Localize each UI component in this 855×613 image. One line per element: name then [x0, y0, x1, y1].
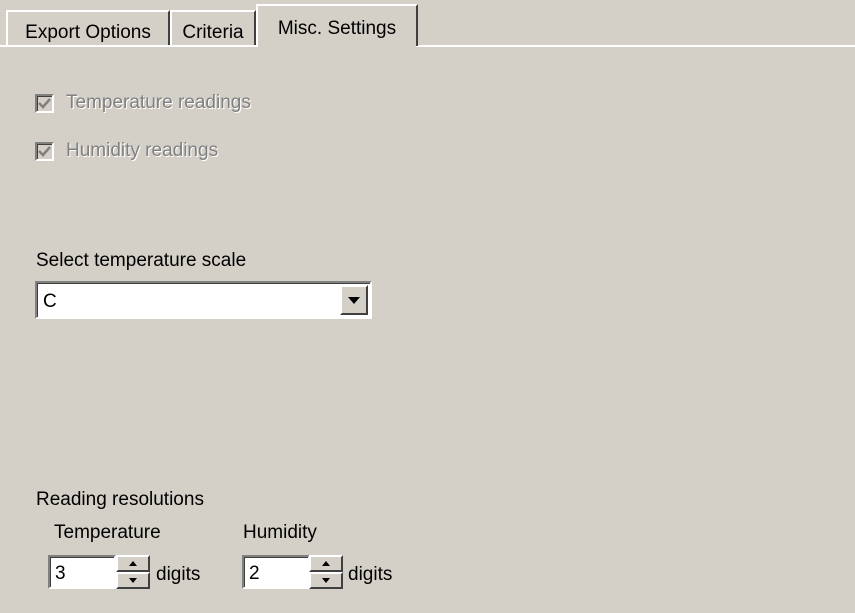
temperature-readings-label: Temperature readings	[66, 92, 251, 113]
triangle-down-icon	[322, 578, 330, 583]
humidity-resolution-label: Humidity	[243, 522, 317, 543]
tab-export-options[interactable]: Export Options	[6, 10, 170, 46]
temperature-readings-checkbox[interactable]: Temperature readings	[35, 92, 251, 114]
tab-criteria[interactable]: Criteria	[170, 10, 256, 46]
check-icon	[38, 145, 51, 157]
tab-misc-settings[interactable]: Misc. Settings	[256, 4, 418, 46]
tab-criteria-label: Criteria	[182, 22, 244, 43]
humidity-digits-up-button[interactable]	[309, 555, 343, 572]
temperature-scale-label: Select temperature scale	[36, 250, 247, 271]
humidity-digits-unit: digits	[348, 564, 393, 585]
temperature-scale-value: C	[43, 291, 57, 312]
triangle-up-icon	[129, 561, 137, 566]
temperature-resolution-label: Temperature	[54, 522, 161, 543]
temperature-scale-select[interactable]: C	[35, 281, 372, 319]
humidity-readings-label: Humidity readings	[66, 140, 219, 161]
humidity-digits-input[interactable]: 2	[242, 555, 310, 589]
triangle-down-icon	[129, 578, 137, 583]
humidity-readings-box	[35, 141, 54, 161]
triangle-up-icon	[322, 561, 330, 566]
temperature-scale-dropdown-button[interactable]	[340, 285, 368, 315]
humidity-digits-down-button[interactable]	[309, 572, 343, 589]
tab-export-options-label: Export Options	[25, 22, 151, 43]
misc-settings-dialog: Export Options Criteria Misc. Settings T…	[0, 0, 855, 613]
temperature-digits-spinner	[116, 555, 150, 589]
tab-misc-settings-label: Misc. Settings	[277, 18, 397, 39]
check-icon	[38, 97, 51, 109]
temperature-digits-down-button[interactable]	[116, 572, 150, 589]
triangle-down-icon	[348, 296, 360, 304]
temperature-digits-input[interactable]: 3	[48, 555, 116, 589]
temperature-readings-box	[35, 93, 54, 113]
humidity-digits-spinner	[309, 555, 343, 589]
temperature-digits-up-button[interactable]	[116, 555, 150, 572]
tab-strip-border	[0, 45, 855, 47]
temperature-digits-unit: digits	[156, 564, 201, 585]
reading-resolutions-label: Reading resolutions	[36, 489, 204, 510]
humidity-readings-checkbox[interactable]: Humidity readings	[35, 140, 218, 162]
